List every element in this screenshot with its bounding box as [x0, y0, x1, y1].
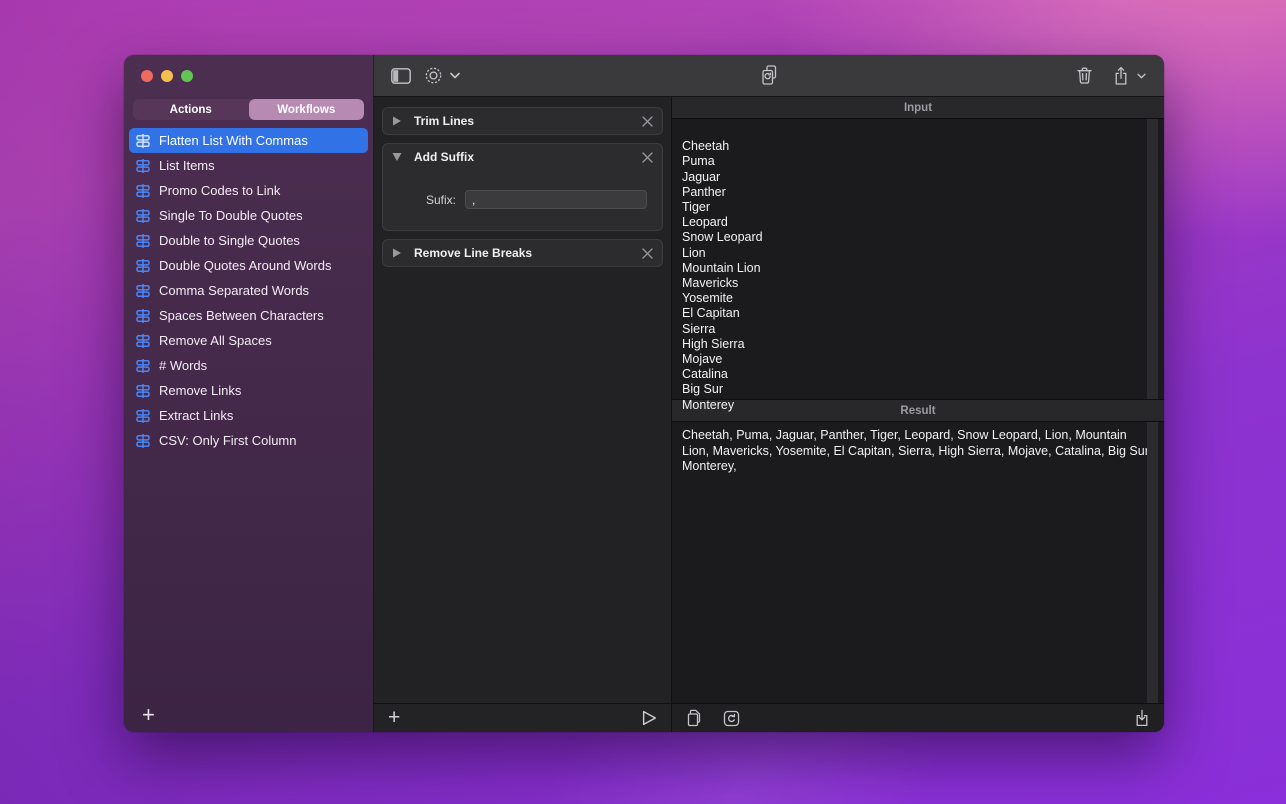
workflow-item-label: Double to Single Quotes: [159, 233, 300, 248]
workflow-stack-icon: [135, 383, 151, 399]
close-icon[interactable]: [642, 248, 653, 259]
workflow-item-label: List Items: [159, 158, 215, 173]
input-textarea[interactable]: Cheetah Puma Jaguar Panther Tiger Leopar…: [672, 119, 1164, 400]
replace-refresh-icon[interactable]: [723, 710, 740, 727]
disclosure-expanded-icon[interactable]: [392, 153, 402, 161]
disclosure-collapsed-icon[interactable]: [392, 248, 402, 258]
workflow-stack-icon: [135, 158, 151, 174]
traffic-lights: [141, 70, 193, 82]
close-icon[interactable]: [642, 152, 653, 163]
desktop-wallpaper: Actions Workflows Flatten List With Comm…: [0, 0, 1286, 804]
tab-workflows[interactable]: Workflows: [249, 99, 365, 120]
workflow-stack-icon: [135, 358, 151, 374]
add-workflow-button[interactable]: +: [137, 702, 160, 728]
io-footer: [672, 703, 1164, 732]
chevron-down-icon[interactable]: [450, 72, 460, 79]
step-card-trim-lines[interactable]: Trim Lines: [382, 107, 663, 135]
close-icon[interactable]: [642, 116, 653, 127]
sidebar-toggle-icon[interactable]: [391, 68, 411, 84]
suffix-field-label: Sufix:: [393, 193, 456, 207]
workflow-stack-icon: [135, 258, 151, 274]
chevron-down-icon[interactable]: [1137, 73, 1146, 79]
share-icon[interactable]: [1113, 66, 1129, 86]
workflow-stack-icon: [135, 233, 151, 249]
sidebar-workflow-item[interactable]: Extract Links: [129, 403, 368, 428]
trash-icon[interactable]: [1076, 66, 1093, 85]
workflow-item-label: Single To Double Quotes: [159, 208, 303, 223]
result-text: Cheetah, Puma, Jaguar, Panther, Tiger, L…: [682, 428, 1152, 473]
sidebar-workflow-item[interactable]: Remove All Spaces: [129, 328, 368, 353]
workflow-item-label: Double Quotes Around Words: [159, 258, 331, 273]
tab-actions[interactable]: Actions: [133, 99, 249, 120]
step-card-remove-line-breaks[interactable]: Remove Line Breaks: [382, 239, 663, 267]
result-textarea[interactable]: Cheetah, Puma, Jaguar, Panther, Tiger, L…: [672, 422, 1164, 703]
step-title: Remove Line Breaks: [414, 246, 630, 260]
workflow-stack-icon: [135, 283, 151, 299]
workflow-stack-icon: [135, 433, 151, 449]
close-window-button[interactable]: [141, 70, 153, 82]
input-scrollbar[interactable]: [1147, 119, 1158, 399]
workflow-item-label: Flatten List With Commas: [159, 133, 308, 148]
run-play-icon[interactable]: [642, 710, 657, 726]
workflow-item-label: Remove Links: [159, 383, 241, 398]
sidebar: Actions Workflows Flatten List With Comm…: [124, 55, 374, 732]
workflow-item-label: Promo Codes to Link: [159, 183, 280, 198]
step-title: Trim Lines: [414, 114, 630, 128]
sidebar-workflow-item[interactable]: CSV: Only First Column: [129, 428, 368, 453]
content-area: Trim Lines Add Suffix: [374, 97, 1164, 732]
workflow-item-label: CSV: Only First Column: [159, 433, 297, 448]
workflow-list: Flatten List With Commas List Items Prom…: [129, 128, 368, 453]
disclosure-collapsed-icon[interactable]: [392, 116, 402, 126]
sidebar-workflow-item[interactable]: List Items: [129, 153, 368, 178]
main-area: Trim Lines Add Suffix: [374, 55, 1164, 732]
step-card-add-suffix[interactable]: Add Suffix Sufix:: [382, 143, 663, 231]
gear-icon[interactable]: [424, 66, 443, 85]
workflow-stack-icon: [135, 183, 151, 199]
input-header: Input: [672, 97, 1164, 119]
sidebar-workflow-item[interactable]: Double Quotes Around Words: [129, 253, 368, 278]
sidebar-workflow-item[interactable]: Single To Double Quotes: [129, 203, 368, 228]
sidebar-mode-segmented-control: Actions Workflows: [133, 99, 364, 120]
result-scrollbar[interactable]: [1147, 422, 1158, 703]
app-window: Actions Workflows Flatten List With Comm…: [124, 55, 1164, 732]
steps-footer: +: [374, 703, 671, 732]
workflow-stack-icon: [135, 308, 151, 324]
workflow-stack-icon: [135, 133, 151, 149]
workflow-item-label: # Words: [159, 358, 207, 373]
result-header: Result: [672, 400, 1164, 422]
suffix-input[interactable]: [465, 190, 647, 209]
copy-pages-icon[interactable]: [686, 709, 702, 727]
io-panel: Input Cheetah Puma Jaguar Panther Tiger …: [672, 97, 1164, 732]
sidebar-workflow-item[interactable]: Double to Single Quotes: [129, 228, 368, 253]
workflow-stack-icon: [135, 408, 151, 424]
workflow-item-label: Remove All Spaces: [159, 333, 272, 348]
sidebar-workflow-item[interactable]: Comma Separated Words: [129, 278, 368, 303]
zoom-window-button[interactable]: [181, 70, 193, 82]
add-step-button[interactable]: +: [388, 708, 400, 728]
step-title: Add Suffix: [414, 150, 630, 164]
workflow-stack-icon: [135, 333, 151, 349]
steps-panel: Trim Lines Add Suffix: [374, 97, 672, 732]
workflow-item-label: Comma Separated Words: [159, 283, 309, 298]
auto-run-pages-icon[interactable]: [759, 64, 779, 87]
sidebar-workflow-item[interactable]: # Words: [129, 353, 368, 378]
sidebar-workflow-item[interactable]: Flatten List With Commas: [129, 128, 368, 153]
sidebar-workflow-item[interactable]: Spaces Between Characters: [129, 303, 368, 328]
workflow-item-label: Spaces Between Characters: [159, 308, 324, 323]
minimize-window-button[interactable]: [161, 70, 173, 82]
workflow-item-label: Extract Links: [159, 408, 233, 423]
save-download-icon[interactable]: [1134, 709, 1150, 727]
toolbar: [374, 55, 1164, 97]
sidebar-workflow-item[interactable]: Remove Links: [129, 378, 368, 403]
workflow-stack-icon: [135, 208, 151, 224]
input-text: Cheetah Puma Jaguar Panther Tiger Leopar…: [682, 139, 763, 411]
sidebar-workflow-item[interactable]: Promo Codes to Link: [129, 178, 368, 203]
